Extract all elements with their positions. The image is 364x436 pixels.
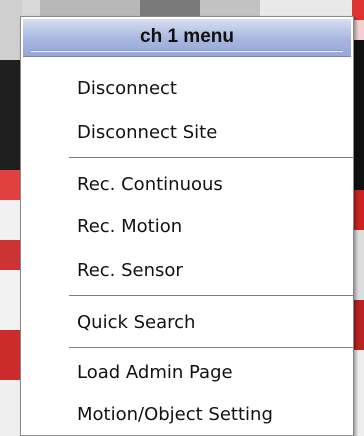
menu-item-load-admin-page[interactable]: Load Admin Page <box>23 357 351 389</box>
menu-item-rec-motion[interactable]: Rec. Motion <box>23 211 351 243</box>
channel-context-menu: ch 1 menu Disconnect Disconnect Site Rec… <box>20 16 354 436</box>
menu-item-motion-object-setting[interactable]: Motion/Object Setting <box>23 399 351 431</box>
video-background-left <box>0 0 22 436</box>
menu-separator <box>69 157 353 158</box>
menu-item-quick-search[interactable]: Quick Search <box>23 307 351 339</box>
menu-separator <box>69 295 353 296</box>
menu-title-bar: ch 1 menu <box>23 19 351 57</box>
menu-item-disconnect-site[interactable]: Disconnect Site <box>23 117 351 149</box>
menu-item-rec-continuous[interactable]: Rec. Continuous <box>23 169 351 201</box>
menu-separator <box>69 347 353 348</box>
menu-item-rec-sensor[interactable]: Rec. Sensor <box>23 255 351 287</box>
screen: ch 1 menu Disconnect Disconnect Site Rec… <box>0 0 364 436</box>
menu-item-disconnect[interactable]: Disconnect <box>23 73 351 105</box>
menu-title-divider <box>31 50 343 52</box>
